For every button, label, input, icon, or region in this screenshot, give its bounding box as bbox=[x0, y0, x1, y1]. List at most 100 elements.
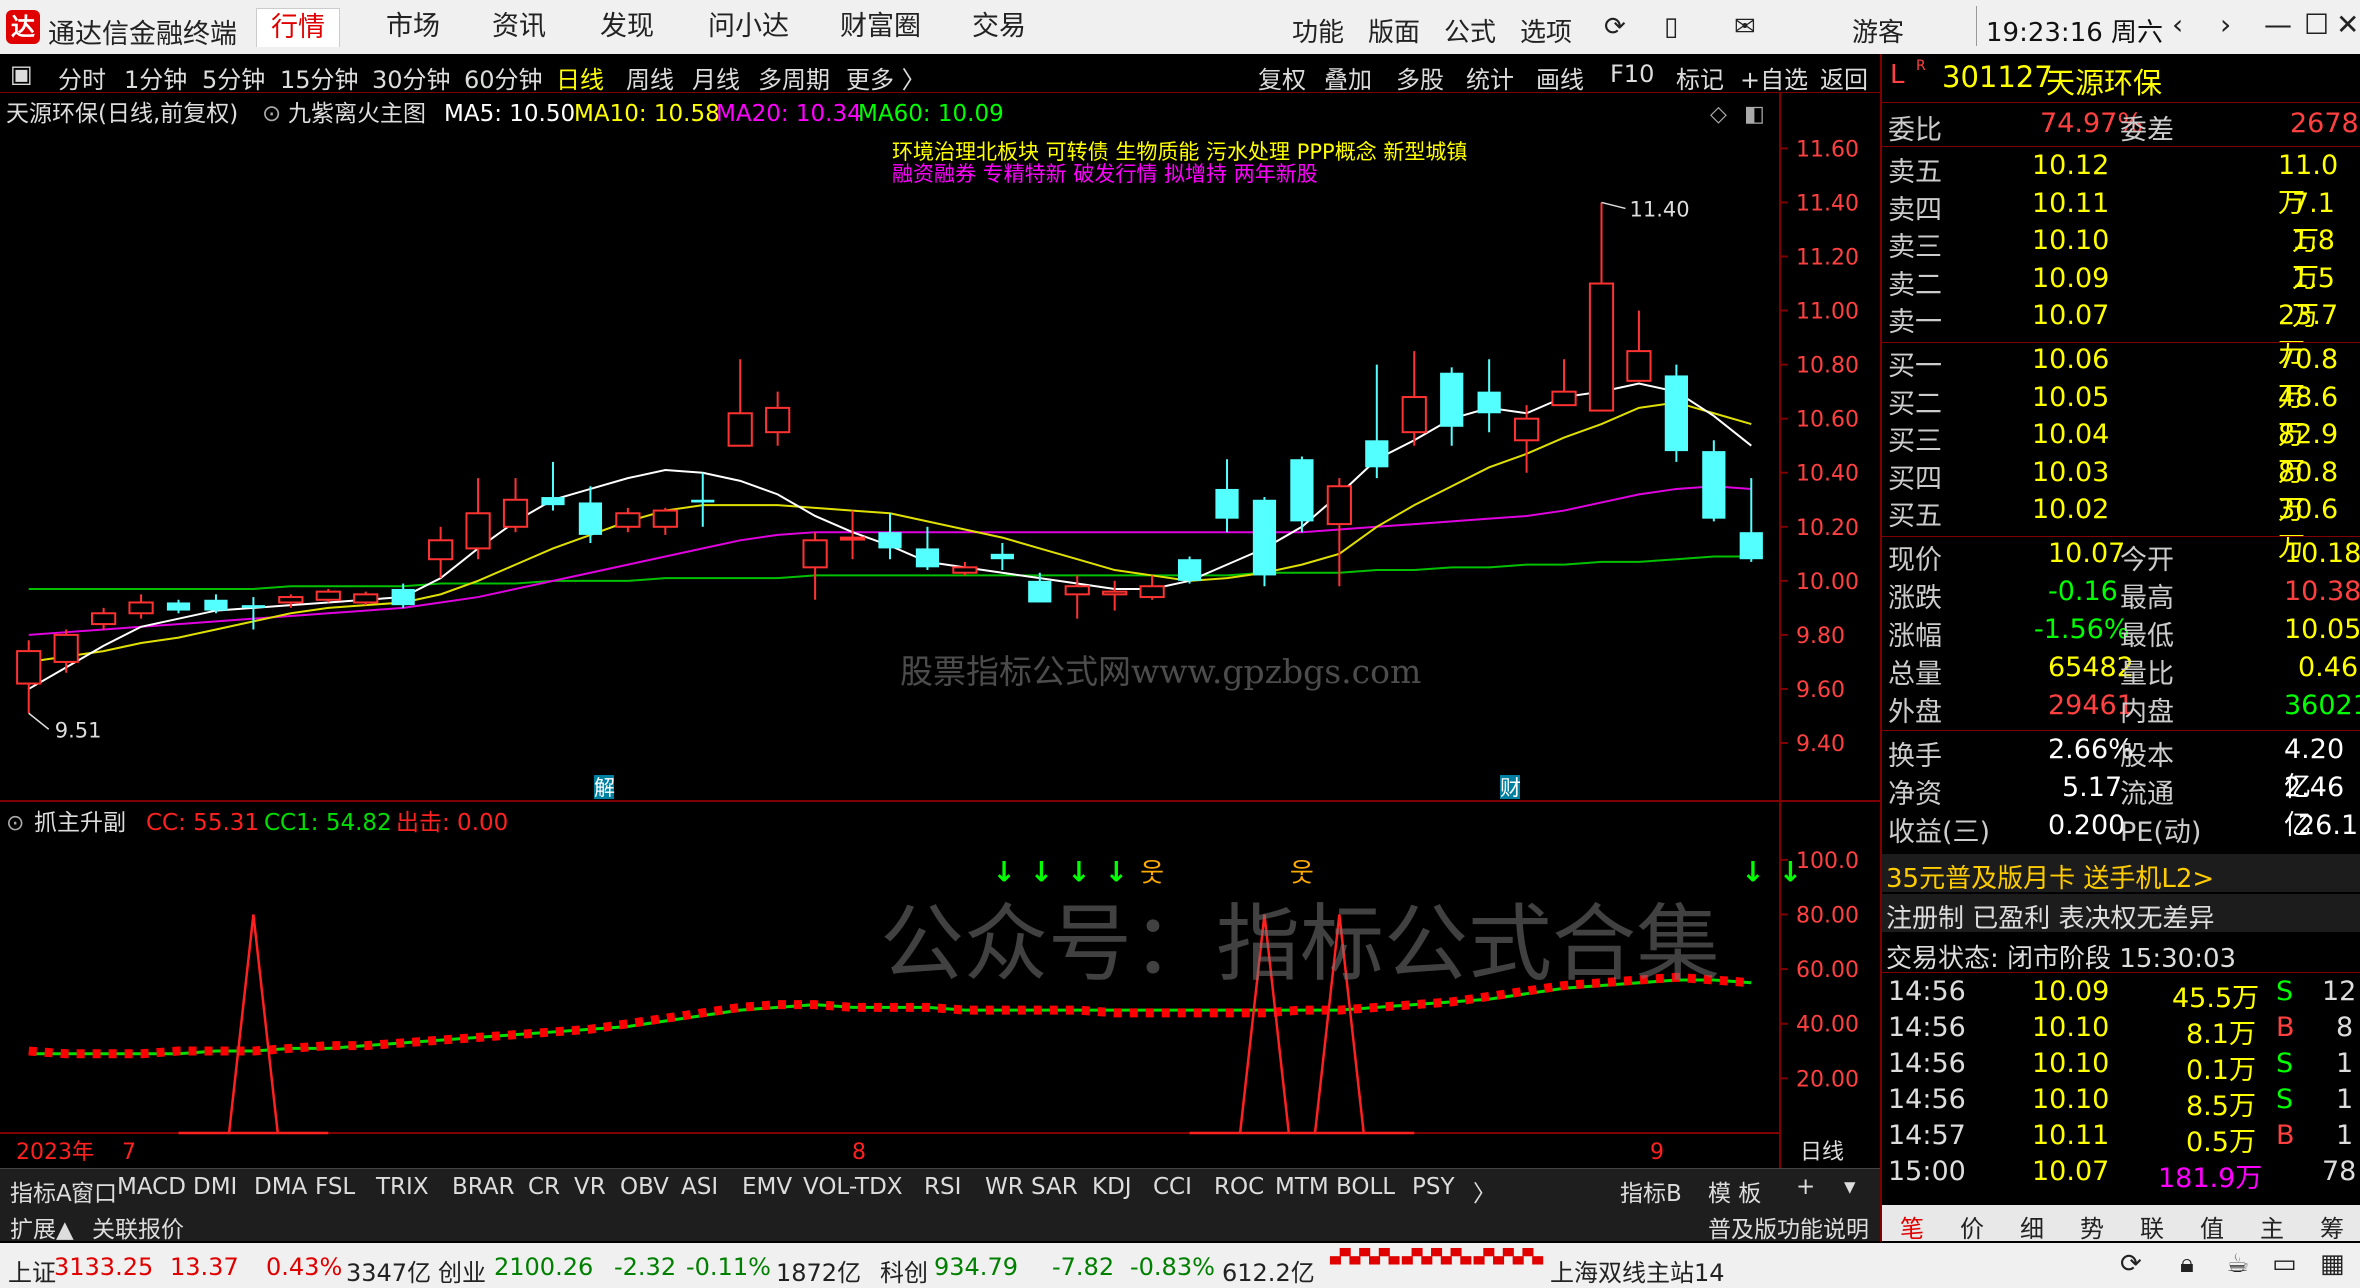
refresh-icon[interactable]: ⟳ bbox=[1604, 12, 1626, 42]
tab-menu-icon[interactable]: ▾ bbox=[1844, 1174, 1856, 1200]
ask-level[interactable]: 卖三 10.10 1.8万 bbox=[1882, 225, 2360, 294]
chart-area[interactable]: 天源环保(日线,前复权) ⊙ 九紫离火主图 MA5: 10.50 MA10: 1… bbox=[0, 93, 1880, 1168]
add-tab-icon[interactable]: + bbox=[1796, 1174, 1815, 1200]
chat-icon[interactable]: ▭ bbox=[2272, 1249, 2297, 1279]
diamond-icon[interactable]: ◇ bbox=[1710, 102, 1727, 127]
menu-options[interactable]: 选项 bbox=[1520, 12, 1572, 49]
bid-level[interactable]: 买四 10.03 80.8万 bbox=[1882, 457, 2360, 526]
close-icon[interactable]: ✕ bbox=[2336, 8, 2359, 41]
mail-icon[interactable]: ✉ bbox=[1734, 12, 1756, 42]
bid-level[interactable]: 买二 10.05 48.6万 bbox=[1882, 382, 2360, 451]
indicator-tab[interactable]: VOL-TDX bbox=[803, 1174, 903, 1200]
period-tab[interactable]: 60分钟 bbox=[464, 60, 543, 95]
window-icon[interactable]: ▣ bbox=[10, 60, 33, 88]
tool-button[interactable]: 统计 bbox=[1466, 60, 1514, 95]
tool-button[interactable]: 复权 bbox=[1258, 60, 1306, 95]
indicator-tab[interactable]: PSY bbox=[1412, 1174, 1455, 1200]
quote-subtab[interactable]: 主 bbox=[2260, 1209, 2284, 1244]
lock-icon[interactable]: 🔒︎ bbox=[2180, 1249, 2194, 1280]
ask-level[interactable]: 卖一 10.07 23.7万 bbox=[1882, 300, 2360, 369]
phone-icon[interactable]: ▯ bbox=[1664, 12, 1678, 42]
promo-text[interactable]: 35元普及版月卡 送手机L2> bbox=[1886, 858, 2214, 895]
marker-unlock[interactable]: 解 bbox=[594, 776, 615, 800]
marker-finance[interactable]: 财 bbox=[1500, 776, 1521, 800]
indicator-tab[interactable]: 指标A bbox=[10, 1174, 72, 1208]
tool-button[interactable]: F10 bbox=[1610, 60, 1654, 88]
period-tab[interactable]: 多周期 bbox=[758, 60, 830, 95]
promo-banner[interactable]: 35元普及版月卡 送手机L2> bbox=[1882, 854, 2360, 895]
forward-icon[interactable]: › bbox=[2220, 8, 2231, 41]
period-tab[interactable]: 15分钟 bbox=[280, 60, 359, 95]
period-tab[interactable]: 月线 bbox=[692, 60, 740, 95]
panel-toggle-icon[interactable]: ◧ bbox=[1744, 102, 1765, 127]
nav-tab-trade[interactable]: 交易 bbox=[972, 8, 1026, 46]
nav-tab-market[interactable]: 市场 bbox=[386, 8, 440, 46]
indicator-tab[interactable]: 窗口 bbox=[71, 1174, 117, 1208]
sub-select-icon[interactable]: ⊙ bbox=[6, 811, 24, 836]
period-tab-active[interactable]: 日线 bbox=[556, 60, 604, 95]
template-tab[interactable]: 模 板 bbox=[1708, 1174, 1761, 1208]
tool-button[interactable]: 多股 bbox=[1396, 60, 1444, 95]
indicator-tab[interactable]: EMV bbox=[742, 1174, 792, 1200]
indicator-tab[interactable]: CR bbox=[528, 1174, 560, 1200]
indicator-tab[interactable]: SAR bbox=[1031, 1174, 1078, 1200]
ask-level[interactable]: 卖二 10.09 1.5万 bbox=[1882, 263, 2360, 332]
indicator-tab[interactable]: BRAR bbox=[452, 1174, 515, 1200]
tabs-scroll-icon[interactable]: 〉 bbox=[1473, 1174, 1496, 1208]
indicator-tab[interactable]: ASI bbox=[681, 1174, 718, 1200]
ask-level[interactable]: 卖五 10.12 11.0万 bbox=[1882, 150, 2360, 219]
period-tab-more[interactable]: 更多 〉 bbox=[846, 60, 926, 95]
quote-subtab[interactable]: 筹 bbox=[2320, 1209, 2344, 1244]
nav-tab-wealth[interactable]: 财富圈 bbox=[840, 8, 921, 46]
quote-subtab[interactable]: 势 bbox=[2080, 1209, 2104, 1244]
period-tab[interactable]: 周线 bbox=[626, 60, 674, 95]
tool-button[interactable]: 叠加 bbox=[1324, 60, 1372, 95]
indicator-tab[interactable]: RSI bbox=[924, 1174, 961, 1200]
indicator-tab[interactable]: MACD bbox=[117, 1174, 186, 1200]
ask-level[interactable]: 卖四 10.11 7.1万 bbox=[1882, 188, 2360, 257]
period-tab[interactable]: 1分钟 bbox=[124, 60, 187, 95]
indicator-tab[interactable]: FSL bbox=[315, 1174, 355, 1200]
sub-indicator-name[interactable]: 抓主升副 bbox=[34, 810, 126, 836]
bid-level[interactable]: 买五 10.02 30.6万 bbox=[1882, 494, 2360, 563]
indicator-tab[interactable]: MTM bbox=[1275, 1174, 1329, 1200]
menu-formula[interactable]: 公式 bbox=[1444, 12, 1496, 49]
grid-icon[interactable]: ▦ bbox=[2320, 1249, 2345, 1279]
period-tab[interactable]: 5分钟 bbox=[202, 60, 265, 95]
bid-level[interactable]: 买一 10.06 70.8万 bbox=[1882, 344, 2360, 413]
tool-button[interactable]: 返回 bbox=[1820, 60, 1868, 95]
maximize-icon[interactable]: ☐ bbox=[2304, 8, 2329, 41]
user-label[interactable]: 游客 bbox=[1852, 12, 1904, 49]
menu-function[interactable]: 功能 bbox=[1292, 12, 1344, 49]
tool-button[interactable]: 画线 bbox=[1536, 60, 1584, 95]
cup-icon[interactable]: ☕︎ bbox=[2226, 1249, 2249, 1279]
menu-layout[interactable]: 版面 bbox=[1368, 12, 1420, 49]
indicator-select-icon[interactable]: ⊙ bbox=[262, 101, 281, 127]
quote-subtab[interactable]: 细 bbox=[2020, 1209, 2044, 1244]
back-icon[interactable]: ‹ bbox=[2172, 8, 2183, 41]
quote-subtab[interactable]: 联 bbox=[2140, 1209, 2164, 1244]
period-tab[interactable]: 30分钟 bbox=[372, 60, 451, 95]
indicator-tab[interactable]: ROC bbox=[1214, 1174, 1264, 1200]
quote-subtab[interactable]: 值 bbox=[2200, 1209, 2224, 1244]
nav-tab-news[interactable]: 资讯 bbox=[492, 8, 546, 46]
quote-subtab[interactable]: 笔 bbox=[1900, 1209, 1924, 1244]
indicator-tab[interactable]: DMA bbox=[254, 1174, 307, 1200]
tool-button[interactable]: 标记 bbox=[1676, 60, 1724, 95]
indicator-tab[interactable]: KDJ bbox=[1092, 1174, 1132, 1200]
indicator-tab[interactable]: OBV bbox=[620, 1174, 669, 1200]
indicator-tab[interactable]: DMI bbox=[193, 1174, 237, 1200]
sync-icon[interactable]: ⟳ bbox=[2120, 1249, 2142, 1279]
indicator-tab[interactable]: BOLL bbox=[1336, 1174, 1395, 1200]
indicator-tab[interactable]: VR bbox=[574, 1174, 606, 1200]
tool-button[interactable]: +自选 bbox=[1740, 60, 1808, 95]
nav-tab-ask[interactable]: 问小达 bbox=[708, 8, 789, 46]
bid-level[interactable]: 买三 10.04 82.9万 bbox=[1882, 419, 2360, 488]
quote-subtab[interactable]: 价 bbox=[1960, 1209, 1984, 1244]
indicator-tab[interactable]: CCI bbox=[1153, 1174, 1192, 1200]
indicator-b-tab[interactable]: 指标B bbox=[1620, 1174, 1682, 1208]
extend-button[interactable]: 扩展▲ bbox=[10, 1210, 74, 1244]
help-link[interactable]: 普及版功能说明 bbox=[1708, 1210, 1869, 1244]
minimize-icon[interactable]: — bbox=[2264, 8, 2292, 41]
indicator-tab[interactable]: WR bbox=[985, 1174, 1024, 1200]
